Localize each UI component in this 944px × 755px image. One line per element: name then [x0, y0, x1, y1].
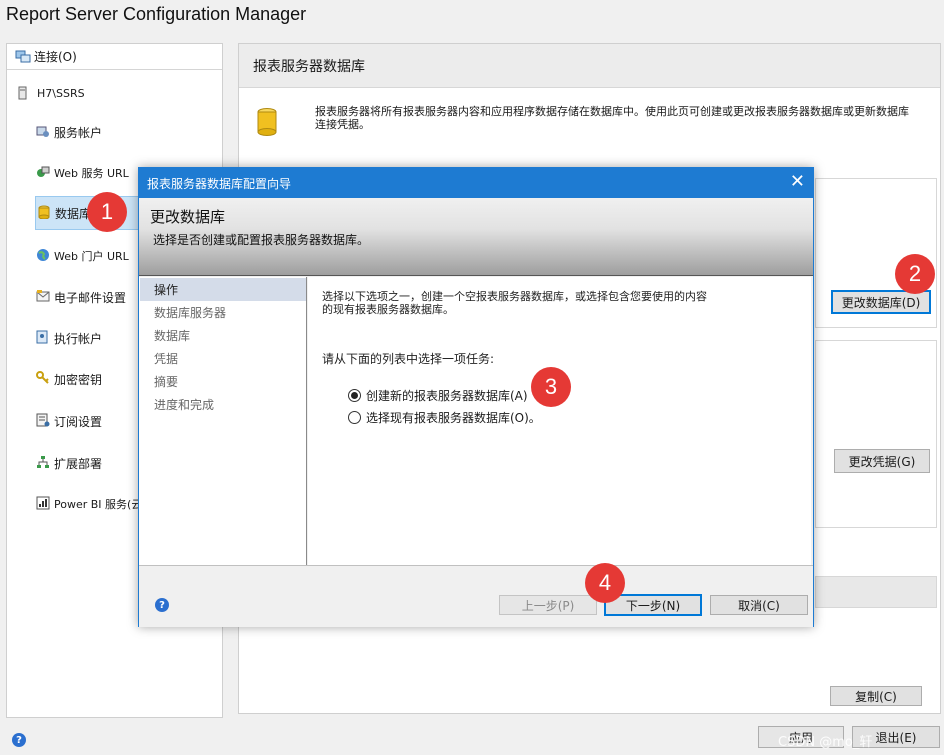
server-icon — [18, 86, 27, 100]
close-icon[interactable]: ✕ — [790, 172, 805, 192]
app-title: Report Server Configuration Manager — [6, 4, 307, 24]
page-title: 报表服务器数据库 — [239, 44, 940, 88]
database-icon — [36, 205, 52, 222]
connect-button[interactable]: 连接(O) — [7, 44, 222, 70]
radio-choose-existing-database[interactable]: 选择现有报表服务器数据库(O)。 — [348, 409, 541, 426]
nav-item-label: Web 门户 URL — [54, 250, 129, 263]
nav-item-label: Web 服务 URL — [54, 167, 129, 180]
dialog-heading: 更改数据库 — [150, 208, 226, 226]
intro-text-line2: 的现有报表服务器数据库。 — [322, 303, 454, 316]
nav-item-label: Power BI 服务(云 — [54, 498, 143, 511]
step-action[interactable]: 操作 — [140, 278, 306, 301]
globe-icon — [35, 248, 51, 265]
task-prompt: 请从下面的列表中选择一项任务: — [322, 352, 495, 366]
dialog-subheading: 选择是否创建或配置报表服务器数据库。 — [153, 233, 370, 247]
email-icon — [35, 289, 51, 306]
step-marker-1: 1 — [87, 192, 127, 232]
dialog-banner: 更改数据库 选择是否创建或配置报表服务器数据库。 — [139, 198, 813, 276]
step-credentials[interactable]: 凭据 — [140, 347, 306, 370]
execution-account-icon — [35, 330, 51, 347]
radio-label: 创建新的报表服务器数据库(A) — [366, 389, 528, 403]
service-account-icon — [35, 124, 51, 141]
web-service-icon — [35, 165, 51, 182]
step-marker-2: 2 — [895, 254, 935, 294]
wizard-content: 选择以下选项之一，创建一个空报表服务器数据库，或选择包含您要使用的内容 的现有报… — [308, 277, 811, 565]
nav-item-label: 服务帐户 — [54, 125, 103, 140]
nav-item-label: 数据库 — [55, 206, 92, 221]
step-summary[interactable]: 摘要 — [140, 370, 306, 393]
nav-item-label: 订阅设置 — [54, 414, 103, 429]
nav-item-service-account[interactable]: 服务帐户 — [35, 115, 225, 149]
copy-button[interactable]: 复制(C) — [830, 686, 922, 706]
cancel-button[interactable]: 取消(C) — [710, 595, 808, 615]
credentials-group — [815, 340, 937, 528]
server-node[interactable]: H7\SSRS — [17, 86, 85, 100]
connect-label: 连接(O) — [34, 50, 77, 64]
dialog-title: 报表服务器数据库配置向导 — [147, 176, 292, 191]
help-icon[interactable]: ? — [12, 733, 26, 747]
step-database[interactable]: 数据库 — [140, 324, 306, 347]
watermark: CSDN @mo_轩 — [778, 735, 873, 750]
radio-label: 选择现有报表服务器数据库(O)。 — [366, 411, 541, 425]
radio-dot-selected — [348, 389, 361, 402]
database-large-icon — [257, 108, 277, 136]
step-database-server[interactable]: 数据库服务器 — [140, 301, 306, 324]
wizard-steps: 操作 数据库服务器 数据库 凭据 摘要 进度和完成 — [139, 277, 307, 565]
nav-item-label: 电子邮件设置 — [54, 290, 127, 305]
step-marker-4: 4 — [585, 563, 625, 603]
step-marker-3: 3 — [531, 367, 571, 407]
power-bi-icon — [35, 496, 51, 513]
dialog-footer: ? 上一步(P) 下一步(N) 取消(C) — [139, 565, 813, 627]
back-button[interactable]: 上一步(P) — [499, 595, 597, 615]
radio-dot — [348, 411, 361, 424]
scale-out-icon — [35, 455, 51, 472]
page-description: 报表服务器将所有报表服务器内容和应用程序数据存储在数据库中。使用此页可创建或更改… — [315, 105, 909, 131]
subscription-icon — [35, 413, 51, 430]
intro-text-line1: 选择以下选项之一，创建一个空报表服务器数据库，或选择包含您要使用的内容 — [322, 290, 707, 303]
nav-item-label: 执行帐户 — [54, 331, 103, 346]
radio-create-new-database[interactable]: 创建新的报表服务器数据库(A) — [348, 387, 528, 404]
section-header-bar — [815, 576, 937, 608]
connect-icon — [15, 50, 31, 62]
server-name: H7\SSRS — [37, 86, 85, 100]
dialog-titlebar: 报表服务器数据库配置向导 — [139, 168, 813, 198]
nav-item-label: 加密密钥 — [54, 372, 103, 387]
change-credentials-button[interactable]: 更改凭据(G) — [834, 449, 930, 473]
key-icon — [35, 370, 51, 388]
nav-item-label: 扩展部署 — [54, 456, 103, 471]
database-config-wizard: 报表服务器数据库配置向导 ✕ 更改数据库 选择是否创建或配置报表服务器数据库。 … — [138, 167, 814, 627]
step-progress[interactable]: 进度和完成 — [140, 393, 306, 416]
help-icon[interactable]: ? — [155, 598, 169, 612]
